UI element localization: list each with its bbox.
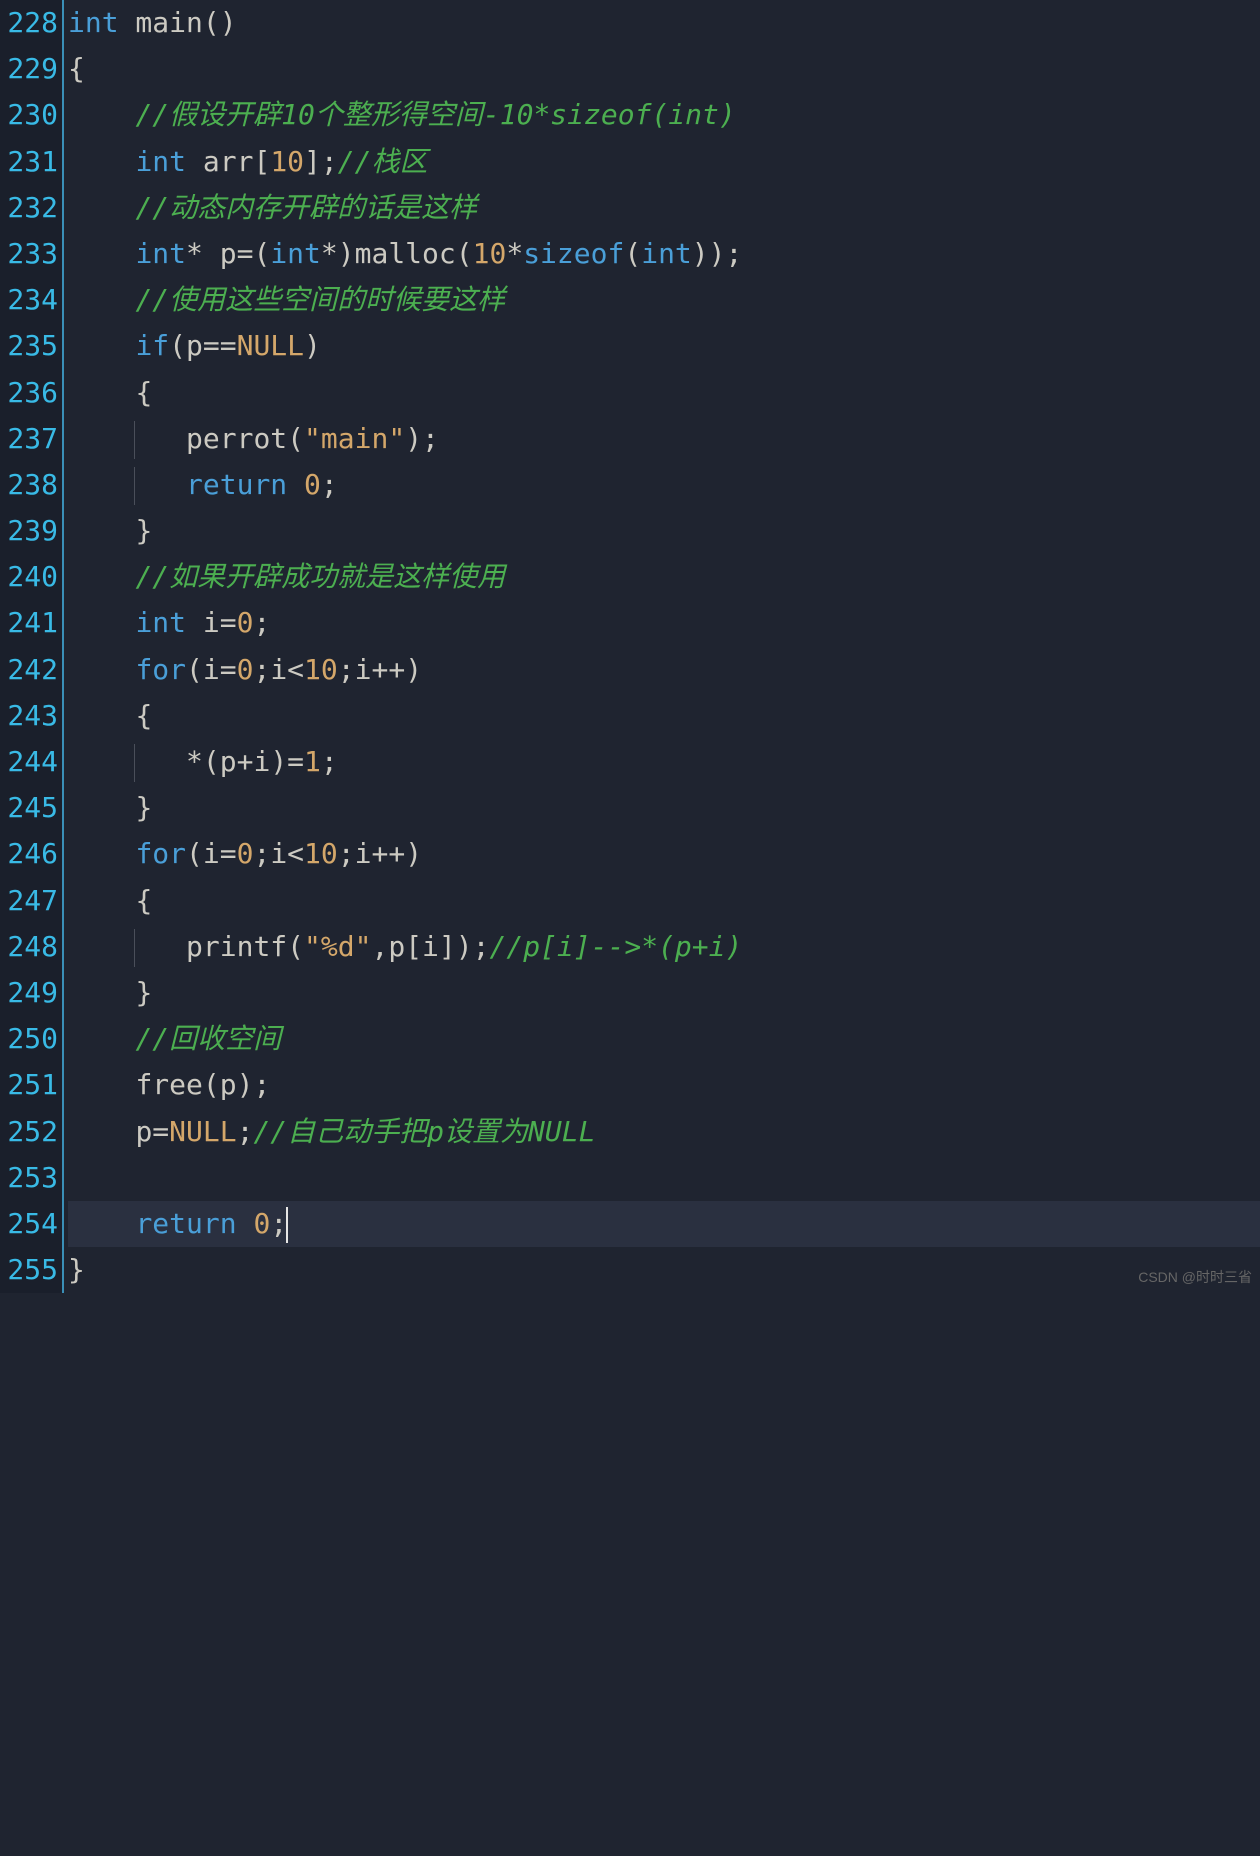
line-number: 253 (0, 1155, 58, 1201)
code-line: //如果开辟成功就是这样使用 (68, 554, 1260, 600)
line-number: 248 (0, 924, 58, 970)
line-number: 237 (0, 416, 58, 462)
code-line: //动态内存开辟的话是这样 (68, 185, 1260, 231)
code-line: //假设开辟10个整形得空间-10*sizeof(int) (68, 92, 1260, 138)
line-number: 241 (0, 600, 58, 646)
code-line: *(p+i)=1; (68, 739, 1260, 785)
code-line: //回收空间 (68, 1016, 1260, 1062)
code-line: int arr[10];//栈区 (68, 139, 1260, 185)
text-cursor (286, 1207, 288, 1243)
code-line: int main() (68, 0, 1260, 46)
code-area[interactable]: int main() { //假设开辟10个整形得空间-10*sizeof(in… (62, 0, 1260, 1293)
line-number: 232 (0, 185, 58, 231)
line-number: 251 (0, 1062, 58, 1108)
line-number: 229 (0, 46, 58, 92)
line-number: 243 (0, 693, 58, 739)
line-number: 245 (0, 785, 58, 831)
line-number: 230 (0, 92, 58, 138)
line-number: 234 (0, 277, 58, 323)
line-number: 239 (0, 508, 58, 554)
code-line: { (68, 370, 1260, 416)
code-line: { (68, 878, 1260, 924)
code-line: p=NULL;//自己动手把p设置为NULL (68, 1109, 1260, 1155)
watermark: CSDN @时时三省 (1138, 1266, 1252, 1289)
line-number: 246 (0, 831, 58, 877)
code-line: free(p); (68, 1062, 1260, 1108)
code-line: //使用这些空间的时候要这样 (68, 277, 1260, 323)
line-number: 235 (0, 323, 58, 369)
line-number: 242 (0, 647, 58, 693)
line-number: 247 (0, 878, 58, 924)
code-line: for(i=0;i<10;i++) (68, 647, 1260, 693)
code-line: } (68, 785, 1260, 831)
line-number: 254 (0, 1201, 58, 1247)
code-line: for(i=0;i<10;i++) (68, 831, 1260, 877)
line-number: 236 (0, 370, 58, 416)
line-number: 233 (0, 231, 58, 277)
code-line: { (68, 693, 1260, 739)
code-line: perrot("main"); (68, 416, 1260, 462)
line-number: 240 (0, 554, 58, 600)
line-number: 255 (0, 1247, 58, 1293)
code-editor[interactable]: 2282292302312322332342352362372382392402… (0, 0, 1260, 1293)
line-number: 244 (0, 739, 58, 785)
code-line-active: return 0; (68, 1201, 1260, 1247)
line-number: 231 (0, 139, 58, 185)
code-line: { (68, 46, 1260, 92)
line-number: 238 (0, 462, 58, 508)
code-line (68, 1155, 1260, 1201)
line-number: 249 (0, 970, 58, 1016)
code-line: if(p==NULL) (68, 323, 1260, 369)
line-number-gutter: 2282292302312322332342352362372382392402… (0, 0, 62, 1293)
line-number: 228 (0, 0, 58, 46)
code-line: int* p=(int*)malloc(10*sizeof(int)); (68, 231, 1260, 277)
line-number: 250 (0, 1016, 58, 1062)
code-line: printf("%d",p[i]);//p[i]-->*(p+i) (68, 924, 1260, 970)
code-line: int i=0; (68, 600, 1260, 646)
code-line: return 0; (68, 462, 1260, 508)
line-number: 252 (0, 1109, 58, 1155)
code-line: } (68, 508, 1260, 554)
code-line: } (68, 970, 1260, 1016)
code-line: } (68, 1247, 1260, 1293)
